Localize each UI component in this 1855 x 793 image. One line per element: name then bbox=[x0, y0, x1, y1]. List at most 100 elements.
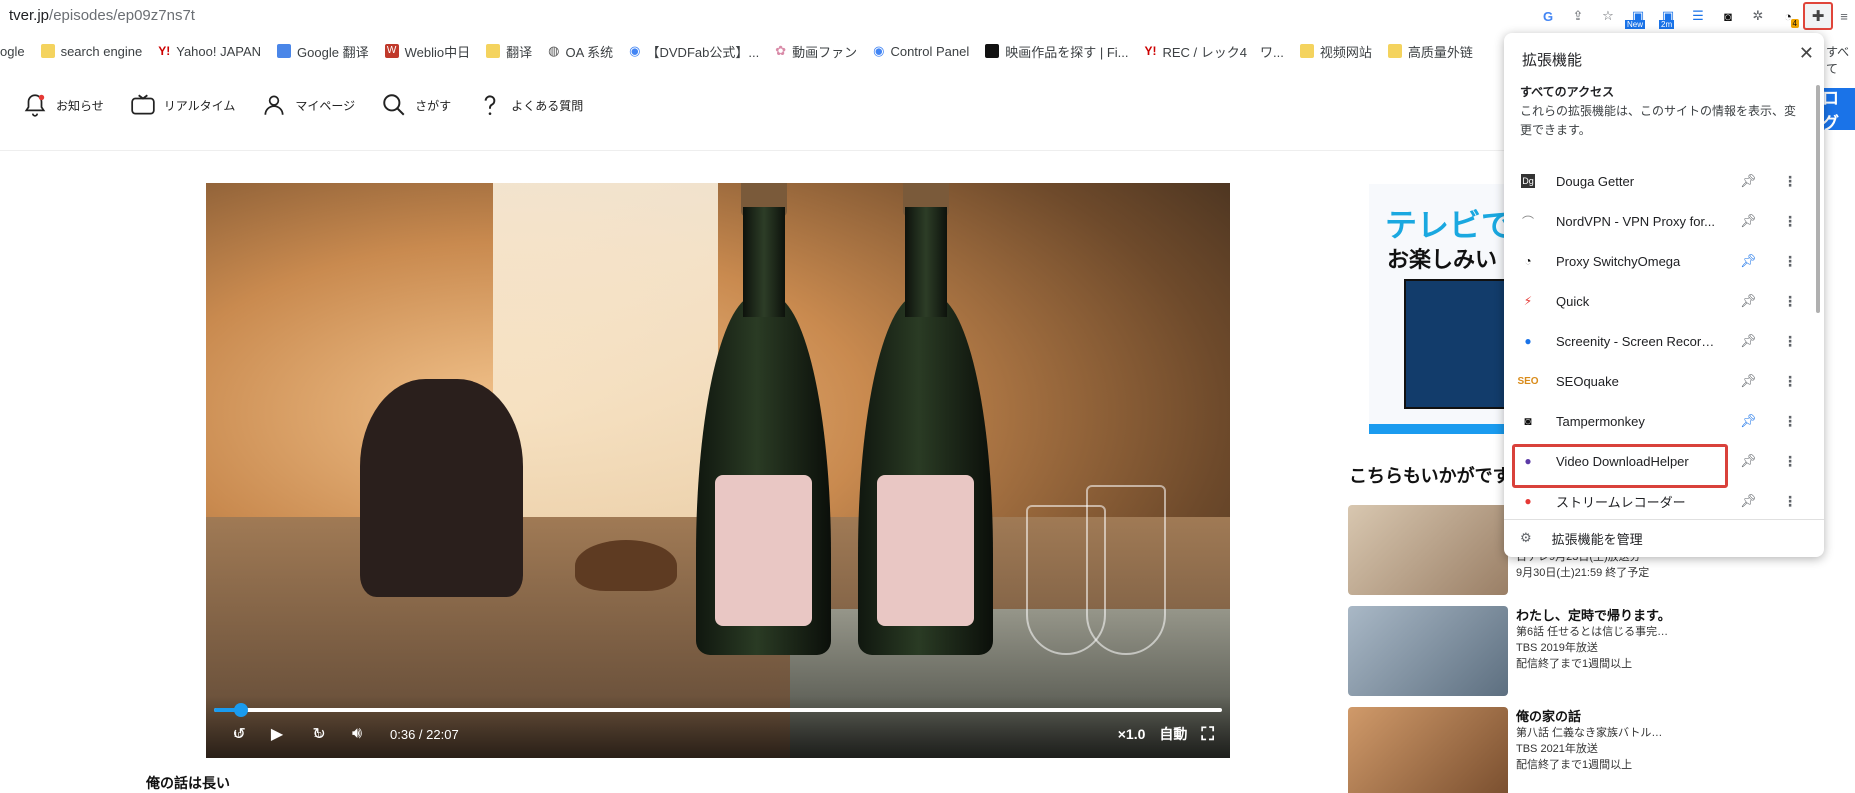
nav-faq[interactable]: よくある質問 bbox=[477, 92, 583, 118]
bookmarks-overflow[interactable]: すべて bbox=[1826, 43, 1855, 77]
more-options-icon[interactable]: ⋮ bbox=[1783, 213, 1797, 230]
bookmark-star-icon[interactable]: ☆ bbox=[1593, 2, 1623, 30]
manage-extensions-button[interactable]: ⚙ 拡張機能を管理 bbox=[1520, 520, 1643, 556]
pin-icon[interactable]: 📌︎ bbox=[1740, 373, 1757, 389]
extension-item[interactable]: ◙ Tampermonkey 📌︎ ⋮ bbox=[1504, 401, 1814, 441]
extension-item[interactable]: ● Screenity - Screen Record... 📌︎ ⋮ bbox=[1504, 321, 1814, 361]
close-icon[interactable]: ✕ bbox=[1799, 43, 1814, 64]
ad-bar bbox=[1369, 424, 1522, 434]
nav-search[interactable]: さがす bbox=[381, 92, 451, 118]
chrome-icon: ◉ bbox=[873, 43, 885, 58]
pin-icon[interactable]: 📌︎ bbox=[1740, 293, 1757, 309]
recommend-card[interactable]: 俺の家の話 第八話 仁義なき家族バトル… TBS 2021年放送 配信終了まで1… bbox=[1348, 707, 1678, 793]
recommend-thumbnail bbox=[1348, 606, 1508, 696]
pin-icon[interactable]: 📌︎ bbox=[1740, 493, 1757, 509]
more-options-icon[interactable]: ⋮ bbox=[1783, 413, 1797, 430]
video-player[interactable]: ↺ 10 ▶ ↻ 10 🔊︎ 0:36 / 22:07 ×1.0 自動 ⛶ bbox=[206, 183, 1230, 758]
pin-icon[interactable]: 📌︎ bbox=[1740, 213, 1757, 229]
user-icon bbox=[264, 95, 284, 115]
nav-mypage[interactable]: マイページ bbox=[261, 92, 355, 118]
count-badge: 4 bbox=[1790, 19, 1799, 28]
control-row: ↺ 10 ▶ ↻ 10 🔊︎ 0:36 / 22:07 ×1.0 自動 ⛶ bbox=[222, 722, 1214, 746]
folder-icon bbox=[40, 44, 55, 58]
url-text[interactable]: tver.jp/episodes/ep09z7ns7t bbox=[9, 7, 195, 24]
nav-label: さがす bbox=[415, 98, 452, 113]
more-options-icon[interactable]: ⋮ bbox=[1783, 293, 1797, 310]
bookmark-label: ogle bbox=[0, 43, 25, 59]
recommend-line: 配信終了まで1週間以上 bbox=[1516, 658, 1633, 670]
address-bar[interactable]: tver.jp/episodes/ep09z7ns7t G ⇪ ☆ ▣ New ▣… bbox=[0, 0, 1855, 32]
share-icon[interactable]: ⇪ bbox=[1563, 2, 1593, 30]
extension-2m-icon[interactable]: ▣ 2m bbox=[1653, 2, 1683, 30]
episode-title: 俺の話は長い bbox=[146, 775, 230, 791]
bookmark-item[interactable]: Y! REC / レック4 ワ... bbox=[1145, 42, 1284, 61]
tampermonkey-toolbar-icon[interactable]: ◙ bbox=[1713, 2, 1743, 30]
pin-icon[interactable]: 📌︎ bbox=[1740, 173, 1757, 189]
pin-icon[interactable]: 📌︎ bbox=[1740, 453, 1757, 469]
speed-button[interactable]: ×1.0 bbox=[1118, 726, 1146, 742]
bookmark-item[interactable]: 视频网站 bbox=[1299, 42, 1372, 61]
ad-banner[interactable]: テレビで お楽しみい bbox=[1369, 184, 1522, 434]
bookmark-item[interactable]: 映画作品を探す | Fi... bbox=[985, 42, 1129, 61]
rewind-10-button[interactable]: ↺ 10 bbox=[222, 722, 252, 746]
champagne-bottle bbox=[858, 183, 993, 655]
fullscreen-icon[interactable]: ⛶ bbox=[1201, 724, 1214, 745]
bookmark-item[interactable]: ◉ 【DVDFab公式】... bbox=[629, 42, 759, 61]
play-button[interactable]: ▶ bbox=[262, 722, 292, 746]
seek-handle[interactable] bbox=[234, 703, 249, 717]
bookmark-item[interactable]: ✿ 動画ファン bbox=[775, 42, 857, 61]
bookmark-item[interactable]: W Weblio中日 bbox=[384, 42, 470, 61]
scrollbar[interactable] bbox=[1816, 85, 1820, 313]
bookmark-label: Control Panel bbox=[890, 43, 970, 59]
extension-item[interactable]: ⌒ NordVPN - VPN Proxy for... 📌︎ ⋮ bbox=[1504, 201, 1814, 241]
notes-icon[interactable]: ☰ bbox=[1683, 2, 1713, 30]
seek-bar[interactable] bbox=[214, 703, 1222, 717]
bookmark-label: search engine bbox=[60, 43, 143, 59]
reading-list-icon[interactable]: ≡ bbox=[1833, 2, 1855, 30]
pin-icon[interactable]: 📌︎ bbox=[1740, 333, 1757, 349]
toolbar-icons: G ⇪ ☆ ▣ New ▣ 2m ☰ ◙ ✲ ◔ 4 ✚ ≡ bbox=[1533, 0, 1855, 32]
puzzle-gray-icon[interactable]: ✲ bbox=[1743, 2, 1773, 30]
more-options-icon[interactable]: ⋮ bbox=[1783, 493, 1797, 510]
recommend-card[interactable]: わたし、定時で帰ります。 第6話 任せるとは信じる事完… TBS 2019年放送… bbox=[1348, 606, 1678, 698]
switchyomega-toolbar-icon[interactable]: ◔ 4 bbox=[1773, 2, 1803, 30]
volume-button[interactable]: 🔊︎ bbox=[342, 722, 372, 746]
extension-item[interactable]: SEO SEOquake 📌︎ ⋮ bbox=[1504, 361, 1814, 401]
more-options-icon[interactable]: ⋮ bbox=[1783, 253, 1797, 270]
bookmark-item[interactable]: 翻译 bbox=[486, 42, 532, 61]
forward-10-button[interactable]: ↻ 10 bbox=[302, 722, 332, 746]
extension-item[interactable]: ⚡︎ Quick 📌︎ ⋮ bbox=[1504, 281, 1814, 321]
recommend-thumbnail bbox=[1348, 505, 1508, 595]
extension-item[interactable]: ● Video DownloadHelper 📌︎ ⋮ bbox=[1504, 441, 1814, 488]
nav-notifications[interactable]: お知らせ bbox=[22, 92, 104, 118]
bookmark-label: Yahoo! JAPAN bbox=[176, 43, 262, 59]
extension-item[interactable]: Dg Douga Getter 📌︎ ⋮ bbox=[1504, 161, 1814, 201]
google-icon[interactable]: G bbox=[1533, 2, 1563, 30]
more-options-icon[interactable]: ⋮ bbox=[1783, 373, 1797, 390]
extension-name: Screenity - Screen Record... bbox=[1556, 333, 1716, 349]
extension-new-icon[interactable]: ▣ New bbox=[1623, 2, 1653, 30]
bookmark-item[interactable]: ogle bbox=[0, 44, 25, 59]
extension-name: Douga Getter bbox=[1556, 173, 1635, 189]
bookmark-item[interactable]: 高质量外链 bbox=[1387, 42, 1473, 61]
extensions-puzzle-icon[interactable]: ✚ bbox=[1803, 2, 1833, 30]
bookmark-item[interactable]: ◍ OA 系统 bbox=[548, 42, 613, 61]
pin-icon[interactable]: 📌︎ bbox=[1740, 413, 1757, 429]
forward-seconds: 10 bbox=[313, 731, 322, 739]
bookmark-item[interactable]: search engine bbox=[40, 43, 143, 59]
quality-button[interactable]: 自動 bbox=[1159, 724, 1187, 744]
pin-icon[interactable]: 📌︎ bbox=[1740, 253, 1757, 269]
folder-icon bbox=[1299, 44, 1314, 58]
bookmark-item[interactable]: Y! Yahoo! JAPAN bbox=[158, 44, 261, 59]
nav-realtime[interactable]: リアルタイム bbox=[130, 92, 235, 118]
more-options-icon[interactable]: ⋮ bbox=[1783, 453, 1797, 470]
more-options-icon[interactable]: ⋮ bbox=[1783, 333, 1797, 350]
extension-item[interactable]: ● ストリームレコーダー 📌︎ ⋮ bbox=[1504, 481, 1814, 521]
weblio-icon: W bbox=[384, 44, 399, 58]
extension-item[interactable]: ◔ Proxy SwitchyOmega 📌︎ ⋮ bbox=[1504, 241, 1814, 281]
bookmark-item[interactable]: Google 翻译 bbox=[277, 42, 369, 61]
more-options-icon[interactable]: ⋮ bbox=[1783, 173, 1797, 190]
bell-icon bbox=[24, 94, 46, 117]
bookmark-item[interactable]: ◉ Control Panel bbox=[873, 43, 969, 59]
rewind-seconds: 10 bbox=[233, 731, 242, 739]
